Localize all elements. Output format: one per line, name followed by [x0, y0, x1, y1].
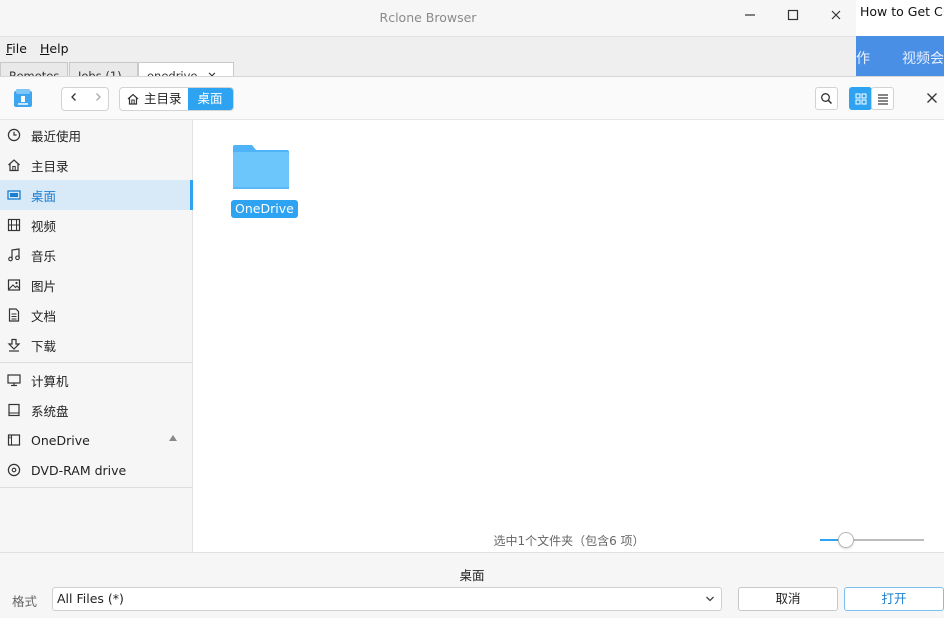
- app-logo-icon: [12, 87, 34, 109]
- rclone-browser-window: Rclone Browser File Help Remotes Jobs (1…: [0, 0, 856, 80]
- zoom-slider-handle[interactable]: [838, 532, 854, 548]
- current-directory-name: 桌面: [459, 568, 485, 583]
- web-browser-window: How to Get CPU 作 视频会: [856, 0, 944, 76]
- list-view-icon: [877, 93, 888, 105]
- file-open-dialog: 主目录 桌面 最近使用 主目录 桌面 视频 音乐 图片 文档 下载 计算机 系统…: [0, 76, 944, 618]
- chevron-right-icon: [95, 93, 101, 101]
- sidebar-item-label: 桌面: [31, 188, 57, 204]
- menubar: File Help: [0, 36, 856, 60]
- zoom-slider[interactable]: [820, 532, 924, 548]
- search-button[interactable]: [815, 87, 838, 110]
- sidebar-item-label: 计算机: [31, 373, 69, 389]
- sidebar-item-label: 音乐: [31, 248, 57, 264]
- browser-nav-item[interactable]: 视频会: [902, 48, 944, 68]
- disk-icon: [7, 403, 21, 417]
- sidebar-item-label: 系统盘: [31, 403, 69, 419]
- download-icon: [7, 338, 21, 352]
- breadcrumb-current[interactable]: 桌面: [187, 88, 233, 110]
- folder-icon: [233, 145, 289, 189]
- drive-icon: [7, 433, 21, 447]
- format-select[interactable]: All Files (*): [52, 587, 722, 611]
- film-icon: [7, 218, 21, 232]
- maximize-button[interactable]: [781, 7, 805, 27]
- forward-button[interactable]: [86, 88, 109, 110]
- sidebar-item-label: 文档: [31, 308, 57, 324]
- breadcrumb-home[interactable]: 主目录: [120, 88, 188, 110]
- format-select-value: All Files (*): [57, 591, 124, 606]
- sidebar-item-computer[interactable]: 计算机: [0, 365, 193, 395]
- document-icon: [7, 308, 21, 322]
- rclone-titlebar: Rclone Browser: [0, 0, 856, 36]
- sidebar-item-videos[interactable]: 视频: [0, 210, 193, 240]
- sidebar-item-pictures[interactable]: 图片: [0, 270, 193, 300]
- image-icon: [7, 278, 21, 292]
- minimize-icon: [745, 14, 755, 16]
- history-nav: [61, 87, 109, 111]
- browser-tab-title[interactable]: How to Get CPU: [856, 0, 944, 36]
- sidebar-item-label: 图片: [31, 278, 57, 294]
- sidebar-item-label: 最近使用: [31, 128, 82, 144]
- home-icon: [127, 93, 139, 105]
- menu-file[interactable]: File: [6, 41, 27, 56]
- dialog-footer: 桌面 格式 All Files (*) 取消 打开: [0, 552, 944, 618]
- sidebar: 最近使用 主目录 桌面 视频 音乐 图片 文档 下载 计算机 系统盘 OneDr…: [0, 120, 193, 552]
- disc-icon: [7, 463, 21, 477]
- grid-view-icon: [855, 93, 866, 104]
- music-icon: [7, 248, 21, 262]
- desktop-icon: [7, 188, 21, 202]
- maximize-icon: [787, 9, 799, 21]
- browser-nav-item[interactable]: 作: [856, 48, 870, 68]
- close-icon: [831, 10, 841, 20]
- home-icon: [7, 158, 21, 172]
- sidebar-item-recent[interactable]: 最近使用: [0, 120, 193, 150]
- browser-page-nav: 作 视频会: [856, 36, 944, 76]
- sidebar-item-label: 下载: [31, 338, 57, 354]
- chevron-left-icon: [70, 93, 76, 101]
- sidebar-item-music[interactable]: 音乐: [0, 240, 193, 270]
- cancel-button[interactable]: 取消: [738, 587, 838, 611]
- format-label: 格式: [12, 594, 38, 609]
- sidebar-item-onedrive[interactable]: OneDrive: [0, 425, 193, 455]
- open-button[interactable]: 打开: [844, 587, 944, 611]
- icon-view-button[interactable]: [849, 87, 872, 110]
- clock-icon: [7, 128, 21, 142]
- minimize-button[interactable]: [738, 7, 762, 27]
- chevron-down-icon: [705, 588, 715, 618]
- dialog-close-button[interactable]: [926, 92, 940, 106]
- sidebar-item-label: DVD-RAM drive: [31, 462, 127, 478]
- sidebar-item-downloads[interactable]: 下载: [0, 330, 193, 360]
- breadcrumb: 主目录 桌面: [119, 87, 234, 111]
- folder-name[interactable]: OneDrive: [231, 200, 298, 218]
- folder-item[interactable]: OneDrive: [230, 134, 298, 218]
- eject-icon[interactable]: [169, 435, 177, 441]
- sidebar-item-label: 主目录: [31, 158, 69, 174]
- sidebar-item-home[interactable]: 主目录: [0, 150, 193, 180]
- dialog-toolbar: 主目录 桌面: [0, 77, 944, 120]
- sidebar-item-documents[interactable]: 文档: [0, 300, 193, 330]
- list-view-button[interactable]: [871, 87, 894, 110]
- close-window-button[interactable]: [824, 7, 848, 27]
- sidebar-divider: [0, 487, 193, 488]
- sidebar-item-system-disk[interactable]: 系统盘: [0, 395, 193, 425]
- search-icon: [821, 93, 833, 105]
- sidebar-divider: [0, 362, 193, 363]
- menu-help[interactable]: Help: [40, 41, 69, 56]
- sidebar-item-label: OneDrive: [31, 432, 90, 448]
- computer-icon: [7, 373, 21, 387]
- breadcrumb-home-label: 主目录: [144, 91, 182, 106]
- window-title: Rclone Browser: [379, 10, 477, 25]
- back-button[interactable]: [62, 88, 85, 110]
- sidebar-item-desktop[interactable]: 桌面: [0, 180, 193, 210]
- file-view: OneDrive 选中1个文件夹（包含6 项）: [194, 120, 944, 552]
- sidebar-item-label: 视频: [31, 218, 57, 234]
- sidebar-item-dvd[interactable]: DVD-RAM drive: [0, 455, 193, 485]
- close-icon: [927, 93, 937, 103]
